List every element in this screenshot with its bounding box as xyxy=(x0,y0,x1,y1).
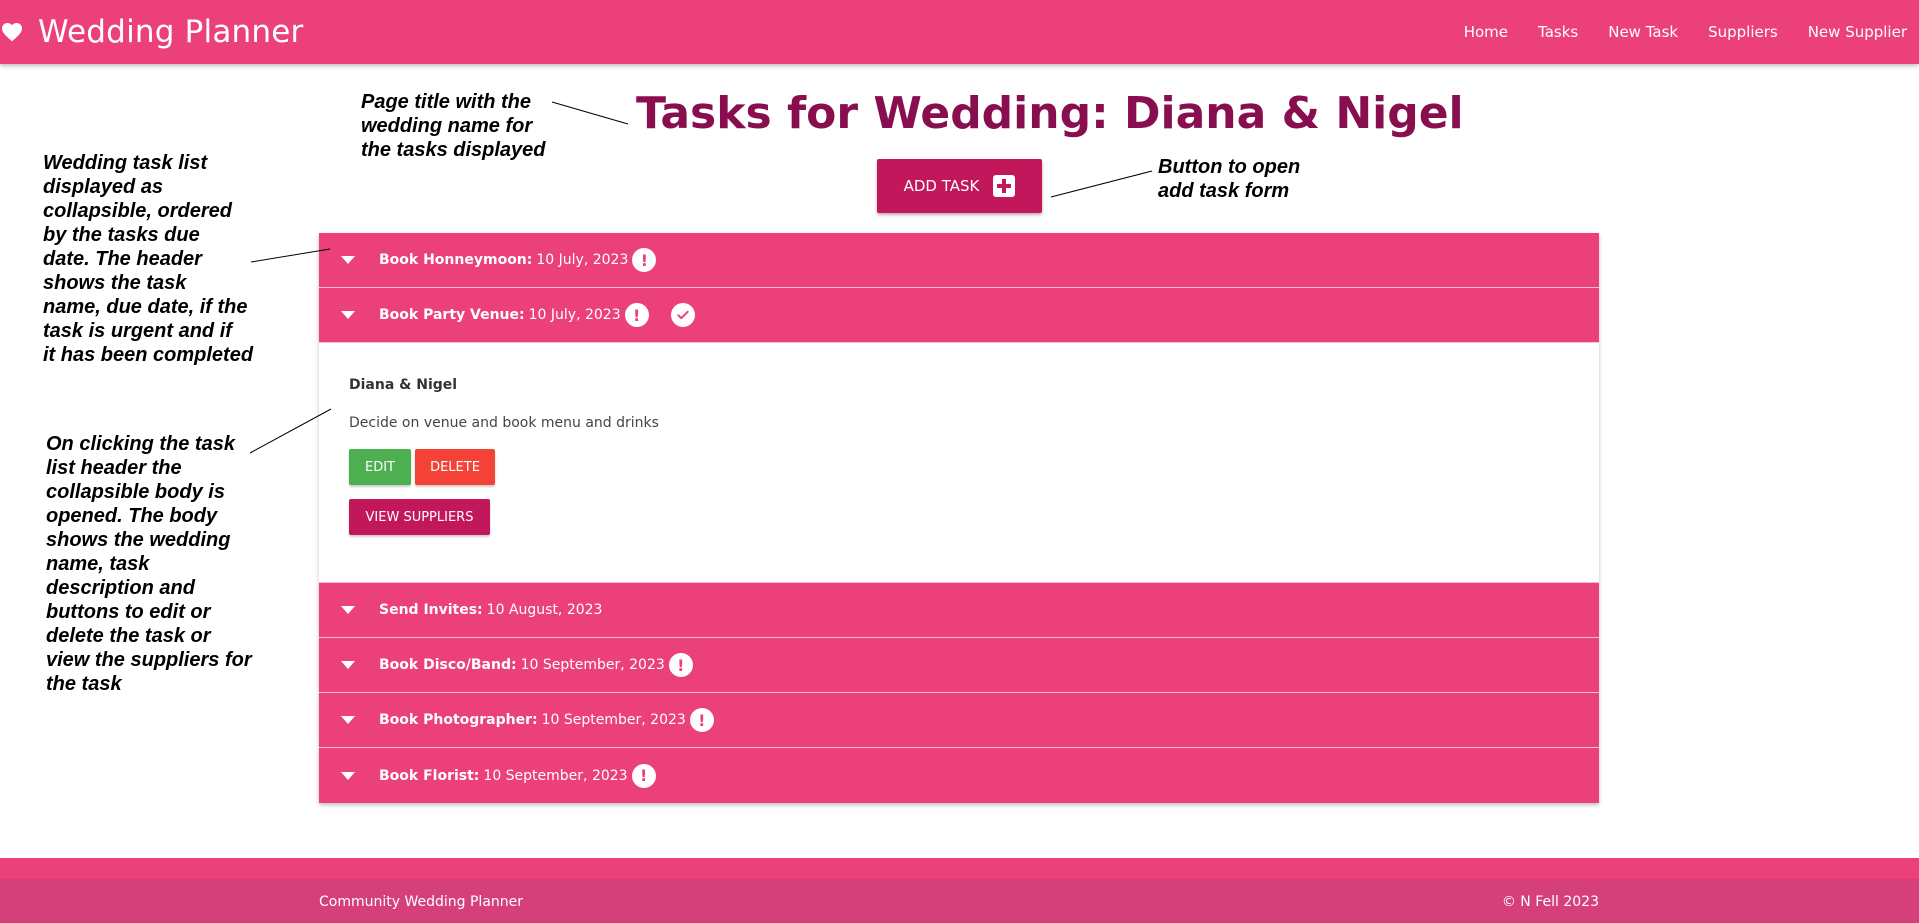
annotation-line: collapsible body is xyxy=(46,481,225,503)
task-header-disco-band[interactable]: Book Disco/Band: 10 September, 2023 ! xyxy=(319,638,1599,693)
caret-down-icon xyxy=(341,716,355,724)
task-name: Book Photographer: xyxy=(379,712,538,728)
caret-down-icon xyxy=(341,256,355,264)
urgent-icon: ! xyxy=(632,248,657,272)
task-header-florist[interactable]: Book Florist: 10 September, 2023 ! xyxy=(319,748,1599,803)
annotation-button-note: Button to open add task form xyxy=(1158,155,1300,203)
annotation-line: description and xyxy=(46,577,195,599)
task-description: Decide on venue and book menu and drinks xyxy=(349,415,659,431)
heart-icon xyxy=(2,23,22,42)
annotation-line: name, task xyxy=(46,553,150,575)
footer: Community Wedding Planner © N Fell 2023 xyxy=(0,858,1919,923)
page-title: Tasks for Wedding: Diana & Nigel xyxy=(636,88,1464,139)
urgent-icon: ! xyxy=(668,653,693,677)
annotation-list-note: Wedding task list displayed as collapsib… xyxy=(43,151,253,367)
footer-copyright-bar xyxy=(0,879,1919,923)
task-date: 10 September, 2023 xyxy=(520,657,665,673)
brand-logo[interactable]: Wedding Planner xyxy=(0,14,303,50)
caret-down-icon xyxy=(341,606,355,614)
plus-box-icon xyxy=(993,175,1016,197)
task-body-party-venue: Diana & Nigel Decide on venue and book m… xyxy=(319,343,1599,583)
task-header-party-venue[interactable]: Book Party Venue: 10 July, 2023 ! xyxy=(319,288,1599,343)
pointer-line-button xyxy=(1050,170,1153,198)
task-date: 10 September, 2023 xyxy=(483,767,628,784)
wedding-name: Diana & Nigel xyxy=(349,377,458,393)
annotation-line: shows the task xyxy=(43,272,187,294)
nav-suppliers[interactable]: Suppliers xyxy=(1708,23,1778,41)
annotation-line: collapsible, ordered xyxy=(43,200,232,222)
annotation-line: view the suppliers for xyxy=(46,649,252,671)
urgent-icon: ! xyxy=(624,303,649,327)
completed-check-icon xyxy=(670,303,695,327)
annotation-line: wedding name for xyxy=(361,115,533,137)
task-date: 10 August, 2023 xyxy=(486,602,603,618)
annotation-line: task is urgent and if xyxy=(43,320,232,342)
nav-new-supplier[interactable]: New Supplier xyxy=(1808,23,1907,41)
task-header-send-invites[interactable]: Send Invites: 10 August, 2023 xyxy=(319,583,1599,638)
annotation-line: add task form xyxy=(1158,180,1290,202)
nav-home[interactable]: Home xyxy=(1464,23,1508,41)
footer-site-name: Community Wedding Planner xyxy=(319,894,524,910)
annotation-line: opened. The body xyxy=(46,505,218,527)
urgent-icon: ! xyxy=(631,763,656,788)
annotation-line: delete the task or xyxy=(46,625,211,647)
annotation-title-note: Page title with the wedding name for the… xyxy=(361,90,546,162)
annotation-line: list header the xyxy=(46,457,182,479)
nav-new-task[interactable]: New Task xyxy=(1608,23,1678,41)
nav-tasks[interactable]: Tasks xyxy=(1538,23,1578,41)
task-name: Book Florist: xyxy=(379,767,480,784)
urgent-icon: ! xyxy=(689,708,714,732)
annotation-line: displayed as xyxy=(43,176,164,198)
pointer-line-title xyxy=(551,101,629,125)
task-date: 10 July, 2023 xyxy=(528,307,621,323)
annotation-line: name, due date, if the xyxy=(43,296,248,318)
annotation-line: shows the wedding xyxy=(46,529,231,551)
annotation-line: Wedding task list xyxy=(43,152,208,174)
task-header-honeymoon[interactable]: Book Honneymoon: 10 July, 2023 ! xyxy=(319,233,1599,288)
caret-down-icon xyxy=(341,771,355,780)
view-suppliers-button[interactable]: VIEW SUPPLIERS xyxy=(349,499,490,535)
annotation-body-note: On clicking the task list header the col… xyxy=(46,432,252,696)
annotation-line: Page title with the xyxy=(361,91,532,113)
annotation-line: buttons to edit or xyxy=(46,601,211,623)
caret-down-icon xyxy=(341,311,355,319)
annotation-line: by the tasks due xyxy=(43,224,200,246)
annotation-line: Button to open xyxy=(1158,156,1301,178)
footer-copyright: © N Fell 2023 xyxy=(1501,894,1599,910)
nav-links: Home Tasks New Task Suppliers New Suppli… xyxy=(1434,0,1907,64)
task-actions: EDIT DELETE xyxy=(349,449,1569,485)
caret-down-icon xyxy=(341,661,355,669)
annotation-line: On clicking the task xyxy=(46,433,235,455)
task-header-photographer[interactable]: Book Photographer: 10 September, 2023 ! xyxy=(319,693,1599,748)
task-name: Book Honneymoon: xyxy=(379,252,533,268)
task-name: Book Party Venue: xyxy=(379,307,525,323)
annotation-line: date. The header xyxy=(43,248,202,270)
task-date: 10 July, 2023 xyxy=(536,252,629,268)
navbar: Wedding Planner Home Tasks New Task Supp… xyxy=(0,0,1919,64)
edit-button[interactable]: EDIT xyxy=(349,449,411,485)
annotation-line: the task xyxy=(46,673,122,695)
task-name: Book Disco/Band: xyxy=(379,657,517,673)
delete-button[interactable]: DELETE xyxy=(415,449,495,485)
annotation-line: it has been completed xyxy=(43,344,254,366)
add-task-label: ADD TASK xyxy=(903,177,980,195)
annotation-line: the tasks displayed xyxy=(361,139,546,161)
task-date: 10 September, 2023 xyxy=(541,712,686,728)
brand-title: Wedding Planner xyxy=(38,14,304,50)
task-name: Send Invites: xyxy=(379,602,483,618)
task-collapsible: Book Honneymoon: 10 July, 2023 ! Book Pa… xyxy=(319,233,1599,803)
add-task-button[interactable]: ADD TASK xyxy=(877,159,1042,213)
